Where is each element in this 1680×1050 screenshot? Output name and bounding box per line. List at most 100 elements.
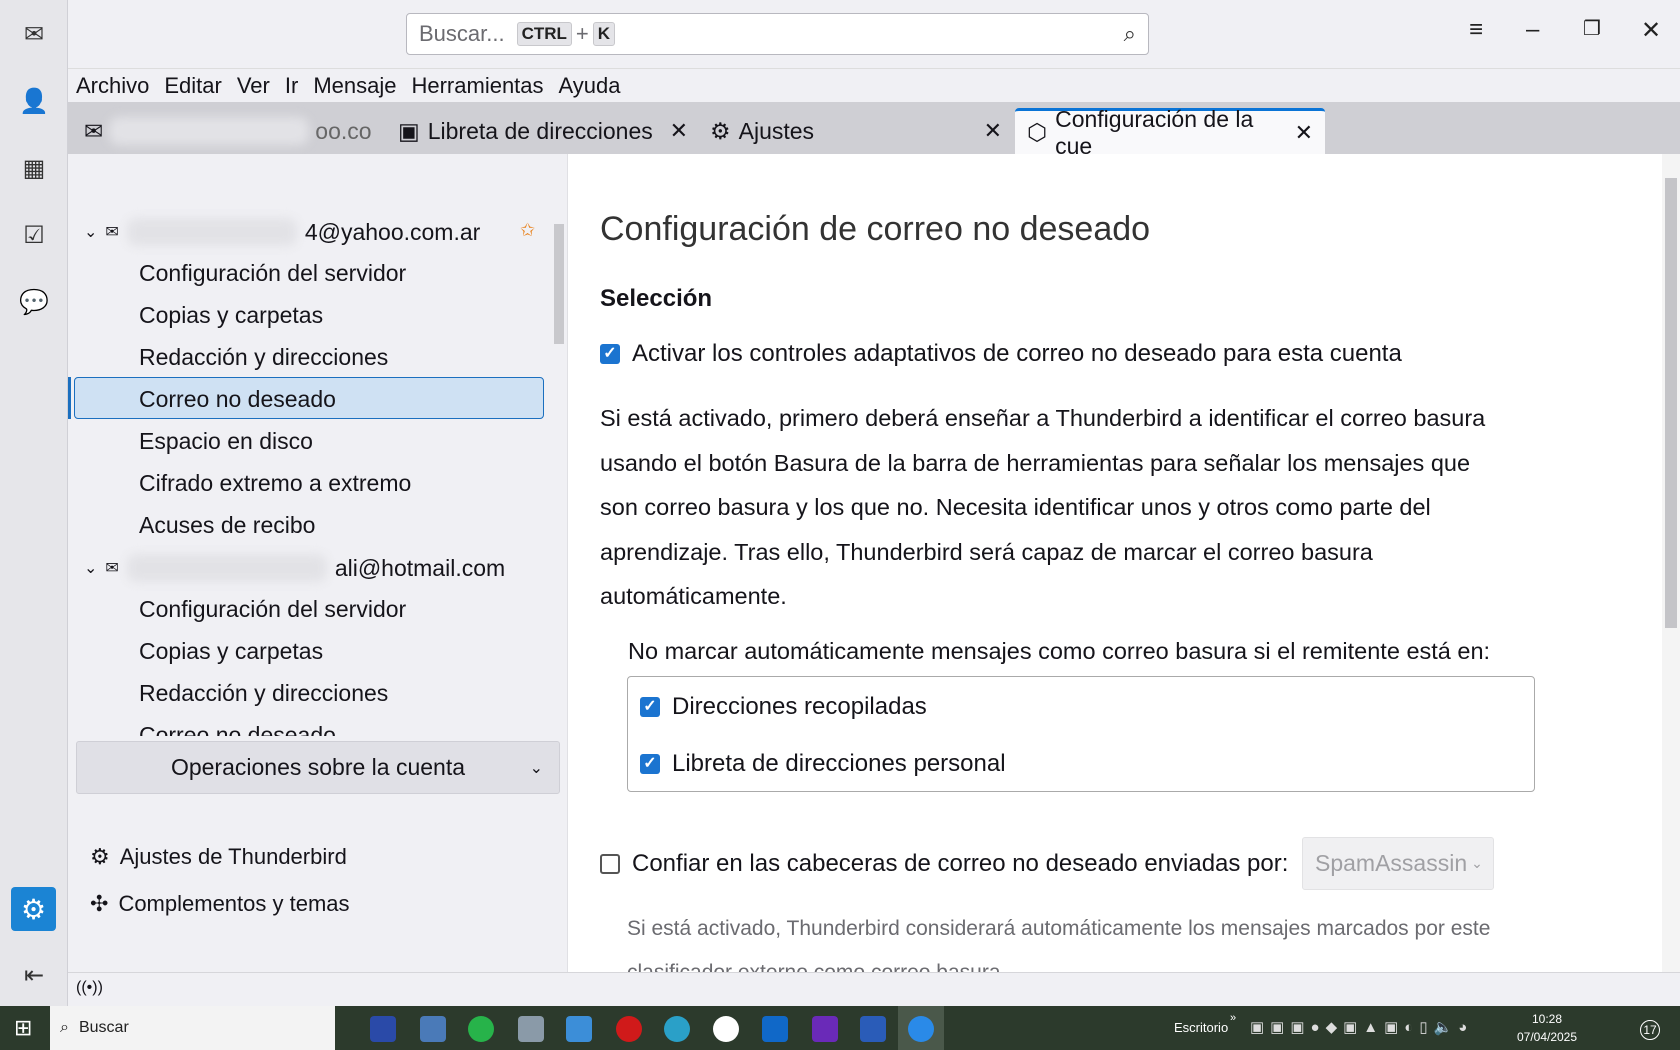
close-tab-icon[interactable]: ✕ (1295, 120, 1313, 146)
tree-scrollbar[interactable] (550, 206, 566, 736)
tree-item[interactable]: Cifrado extremo a extremo (139, 470, 411, 497)
mail-icon[interactable]: ✉ (19, 19, 49, 49)
spaces-toolbar: ✉ 👤 ▦ ☑ 💬 ⚙ ⇤ (0, 0, 68, 1006)
tab-mail[interactable]: ✉ oo.co (84, 108, 384, 154)
chevron-right-icon[interactable]: » (1230, 1012, 1236, 1024)
yahoo-icon[interactable] (812, 1016, 838, 1042)
checkbox-checked[interactable]: ✓ (600, 344, 620, 364)
notification-badge[interactable]: 17 (1640, 1020, 1660, 1040)
redacted (109, 117, 310, 145)
account-name: ali@hotmail.com (334, 554, 506, 581)
main-scrollbar[interactable] (1662, 154, 1680, 972)
account-yahoo[interactable]: ⌄ ✉ 4@yahoo.com.ar (84, 218, 480, 246)
menu-editar[interactable]: Editar (164, 73, 221, 99)
chevron-down-icon[interactable]: ⌄ (84, 222, 97, 242)
collapse-icon[interactable]: ⇤ (19, 960, 49, 990)
word-icon[interactable] (860, 1016, 886, 1042)
thunderbird-settings-link[interactable]: ⚙ Ajustes de Thunderbird (90, 844, 347, 870)
checkbox-unchecked[interactable] (600, 854, 620, 874)
spam-filter-select[interactable]: SpamAssassin ⌄ (1302, 837, 1494, 890)
settings-gear-icon[interactable]: ⚙ (11, 887, 56, 931)
tree-item[interactable]: Configuración del servidor (139, 260, 406, 287)
tree-overflow: Configuración del servidor Copias y carp… (68, 584, 548, 736)
monitor-app-icon[interactable] (518, 1016, 544, 1042)
menu-mensaje[interactable]: Mensaje (313, 73, 396, 99)
calendar-icon[interactable]: ▦ (19, 153, 49, 183)
checkbox-checked[interactable]: ✓ (640, 697, 660, 717)
account-actions-button[interactable]: Operaciones sobre la cuenta ⌄ (76, 741, 560, 794)
windows-start-icon[interactable]: ⊞ (14, 1015, 32, 1041)
search-icon[interactable]: ⌕ (1124, 21, 1136, 47)
adaptive-checkbox-row[interactable]: ✓ Activar los controles adaptativos de co… (600, 340, 1402, 368)
chevron-down-icon: ⌄ (529, 759, 543, 777)
scanner-app-icon[interactable] (370, 1016, 396, 1042)
close-tab-icon[interactable]: ✕ (670, 118, 688, 144)
account-icon: ✉ (105, 560, 119, 577)
app-menu-icon[interactable]: ≡ (1469, 16, 1483, 44)
account-hotmail[interactable]: ⌄ ✉ ali@hotmail.com (84, 554, 505, 582)
section-heading: Selección (600, 285, 713, 312)
menu-ver[interactable]: Ver (237, 73, 270, 99)
menu-ayuda[interactable]: Ayuda (559, 73, 621, 99)
address-book-icon: ▣ (398, 117, 420, 144)
control-app-icon[interactable] (566, 1016, 592, 1042)
whitelist-item[interactable]: ✓ Direcciones recopiladas (640, 693, 927, 721)
redacted (126, 218, 297, 246)
close-tab-icon[interactable]: ✕ (984, 118, 1002, 144)
tree-item[interactable]: Copias y carpetas (139, 302, 323, 329)
puzzle-icon: ✣ (90, 891, 109, 916)
tab-address-book[interactable]: ▣ Libreta de direcciones ✕ (398, 108, 688, 154)
addons-link[interactable]: ✣ Complementos y temas (90, 891, 350, 917)
kbd-ctrl: CTRL (516, 22, 572, 46)
chevron-down-icon[interactable]: ⌄ (84, 558, 97, 578)
tree-item[interactable]: Redacción y direcciones (139, 344, 388, 371)
tree-item[interactable]: Redacción y direcciones (139, 680, 388, 707)
tab-label: Configuración de la cue (1055, 105, 1254, 159)
trust-headers-row[interactable]: Confiar en las cabeceras de correo no de… (600, 850, 1288, 878)
whatsapp-icon[interactable] (468, 1016, 494, 1042)
tree-item[interactable]: Configuración del servidor (139, 596, 406, 623)
menu-herramientas[interactable]: Herramientas (411, 73, 543, 99)
edge-icon[interactable] (664, 1016, 690, 1042)
search-input[interactable]: Buscar... CTRL + K ⌕ (406, 13, 1149, 55)
windows-taskbar: ⊞ ⌕ Buscar Escritorio » ▣▣▣●◆▣▲▣◐▯🔈◕ 10:2… (0, 1006, 1680, 1050)
page-title: Configuración de correo no deseado (600, 210, 1151, 248)
tree-item[interactable]: Correo no deseado (139, 722, 336, 736)
whitelist-item[interactable]: ✓ Libreta de direcciones personal (640, 750, 1006, 778)
desktop-toolbar[interactable]: Escritorio (1174, 1020, 1228, 1035)
scroll-thumb[interactable] (1665, 178, 1677, 628)
menu-archivo[interactable]: Archivo (76, 73, 149, 99)
opera-icon[interactable] (616, 1016, 642, 1042)
tree-item[interactable]: Espacio en disco (139, 428, 313, 455)
trust-description: Si está activado, Thunderbird considerar… (627, 917, 1491, 972)
clock-time[interactable]: 10:28 (1516, 1012, 1578, 1026)
pc-app-icon[interactable] (420, 1016, 446, 1042)
menu-ir[interactable]: Ir (285, 73, 298, 99)
account-tree-pane: ⌄ ✉ 4@yahoo.com.ar ✩ Configuración del ser… (68, 154, 568, 972)
close-icon[interactable]: ✕ (1641, 16, 1661, 45)
thunderbird-icon (908, 1016, 934, 1042)
tree-item[interactable]: Copias y carpetas (139, 638, 323, 665)
thunderbird-taskbar-button[interactable] (898, 1006, 944, 1050)
scroll-thumb[interactable] (554, 224, 564, 344)
google-icon[interactable] (713, 1016, 739, 1042)
outlook-icon[interactable] (762, 1016, 788, 1042)
tree-item-selected[interactable]: Correo no deseado (139, 386, 336, 413)
clock-date[interactable]: 07/04/2025 (1516, 1030, 1578, 1044)
tab-account-settings[interactable]: ⬡ Configuración de la cue ✕ (1015, 106, 1325, 159)
online-status-icon[interactable]: ((•)) (76, 979, 103, 997)
tree-item[interactable]: Acuses de recibo (139, 512, 315, 539)
minimize-icon[interactable]: – (1526, 16, 1539, 44)
search-label: Buscar (78, 1019, 129, 1036)
taskbar-search[interactable]: ⌕ Buscar (50, 1006, 335, 1050)
checkbox-label: Direcciones recopiladas (672, 693, 927, 720)
status-bar: ((•)) (68, 972, 1680, 1006)
address-book-icon[interactable]: 👤 (19, 86, 49, 116)
checkbox-checked[interactable]: ✓ (640, 754, 660, 774)
tasks-icon[interactable]: ☑ (19, 220, 49, 250)
restore-icon[interactable]: ❐ (1583, 16, 1601, 41)
tray-icons[interactable]: ▣▣▣●◆▣▲▣◐▯🔈◕ (1250, 1018, 1473, 1036)
selection-indicator (68, 377, 71, 419)
tab-settings[interactable]: ⚙ Ajustes ✕ (710, 108, 1002, 154)
chat-icon[interactable]: 💬 (19, 287, 49, 317)
